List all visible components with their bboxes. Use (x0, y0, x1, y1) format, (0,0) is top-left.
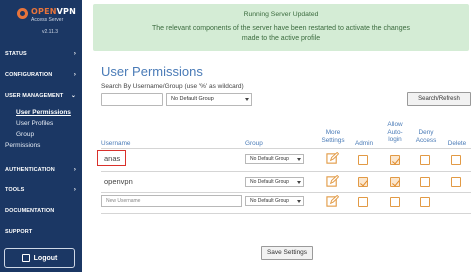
logout-icon (21, 254, 30, 262)
nav-configuration-label: CONFIGURATION (5, 72, 53, 78)
new-row-group-select[interactable]: No Default Group (245, 196, 304, 206)
table-divider (101, 171, 471, 172)
nav-configuration[interactable]: CONFIGURATION › (0, 69, 82, 81)
nav-authentication[interactable]: AUTHENTICATION › (0, 164, 82, 176)
chevron-right-icon: › (73, 51, 76, 57)
search-refresh-button[interactable]: Search/Refresh (407, 92, 471, 106)
sidebar-item-user-permissions[interactable]: User Permissions (16, 108, 71, 117)
header-admin: Admin (354, 140, 374, 147)
table-divider (101, 148, 471, 149)
chevron-down-icon (297, 200, 301, 203)
chevron-down-icon (297, 158, 301, 161)
logout-label: Logout (33, 254, 58, 262)
nav-user-management-label: USER MANAGEMENT (5, 93, 64, 99)
chevron-down-icon (245, 98, 249, 101)
table-divider (101, 213, 471, 214)
edit-icon[interactable] (326, 195, 339, 208)
admin-checkbox[interactable] (358, 177, 368, 187)
brand-vpn: VPN (56, 7, 76, 16)
header-username: Username (101, 140, 131, 147)
brand-version: v2.11.3 (42, 29, 59, 35)
openvpn-logo-icon (17, 8, 28, 19)
auto-login-checkbox[interactable] (390, 197, 400, 207)
sidebar-item-group[interactable]: Group (16, 130, 34, 139)
save-settings-button[interactable]: Save Settings (261, 246, 313, 260)
new-row-group-value: No Default Group (250, 198, 289, 204)
delete-checkbox[interactable] (451, 155, 461, 165)
auto-login-checkbox[interactable] (390, 155, 400, 165)
header-deny-access: Deny Access (415, 129, 437, 144)
nav-user-management[interactable]: USER MANAGEMENT ⌄ (0, 90, 82, 102)
nav-authentication-label: AUTHENTICATION (5, 167, 55, 173)
brand-subtitle: Access Server (31, 17, 64, 23)
nav-status-label: STATUS (5, 51, 27, 57)
sidebar-item-user-profiles[interactable]: User Profiles (16, 119, 53, 128)
chevron-right-icon: › (73, 167, 76, 173)
logout-button[interactable]: Logout (4, 248, 75, 268)
nav-tools-label: TOOLS (5, 187, 25, 193)
auto-login-checkbox[interactable] (390, 177, 400, 187)
chevron-right-icon: › (73, 72, 76, 78)
row-group-select[interactable]: No Default Group (245, 177, 304, 187)
search-input[interactable] (101, 93, 163, 106)
chevron-down-icon (297, 181, 301, 184)
sidebar-item-permissions[interactable]: Permissions (5, 142, 40, 149)
edit-icon[interactable] (326, 152, 339, 165)
table-divider (101, 192, 471, 193)
row-username: anas (104, 154, 121, 163)
nav-status[interactable]: STATUS › (0, 48, 82, 60)
page-title: User Permissions (101, 64, 203, 79)
row-group-value: No Default Group (250, 179, 289, 185)
chevron-down-icon: ⌄ (70, 93, 76, 99)
deny-access-checkbox[interactable] (420, 155, 430, 165)
chevron-right-icon: › (73, 187, 76, 193)
nav-tools[interactable]: TOOLS › (0, 184, 82, 196)
row-username: openvpn (104, 177, 133, 186)
group-filter-value: No Default Group (171, 96, 214, 102)
new-username-input[interactable]: New Username (101, 195, 242, 207)
nav-documentation-label: DOCUMENTATION (5, 208, 55, 214)
nav-documentation[interactable]: DOCUMENTATION (0, 205, 82, 217)
header-delete: Delete (447, 140, 467, 147)
row-group-value: No Default Group (250, 156, 289, 162)
deny-access-checkbox[interactable] (420, 177, 430, 187)
header-group: Group (245, 140, 263, 147)
delete-checkbox[interactable] (451, 177, 461, 187)
brand-open: OPEN (31, 7, 57, 16)
sidebar: OPENVPN Access Server v2.11.3 STATUS › C… (0, 0, 82, 272)
openvpn-logo[interactable]: OPENVPN Access Server v2.11.3 (4, 5, 80, 39)
search-label: Search By Username/Group (use '%' as wil… (101, 83, 244, 90)
banner-title: Running Server Updated (243, 11, 319, 18)
edit-icon[interactable] (326, 175, 339, 188)
deny-access-checkbox[interactable] (420, 197, 430, 207)
row-group-select[interactable]: No Default Group (245, 154, 304, 164)
header-allow-auto-login: Allow Auto-login (387, 121, 403, 143)
nav-support-label: SUPPORT (5, 229, 33, 235)
banner-message: The relevant components of the server ha… (152, 25, 410, 42)
admin-checkbox[interactable] (358, 197, 368, 207)
success-banner: Running Server Updated The relevant comp… (93, 4, 469, 51)
nav-support[interactable]: SUPPORT (0, 226, 82, 238)
group-filter-select[interactable]: No Default Group (166, 93, 252, 106)
admin-checkbox[interactable] (358, 155, 368, 165)
header-more-settings: More Settings (321, 129, 345, 144)
